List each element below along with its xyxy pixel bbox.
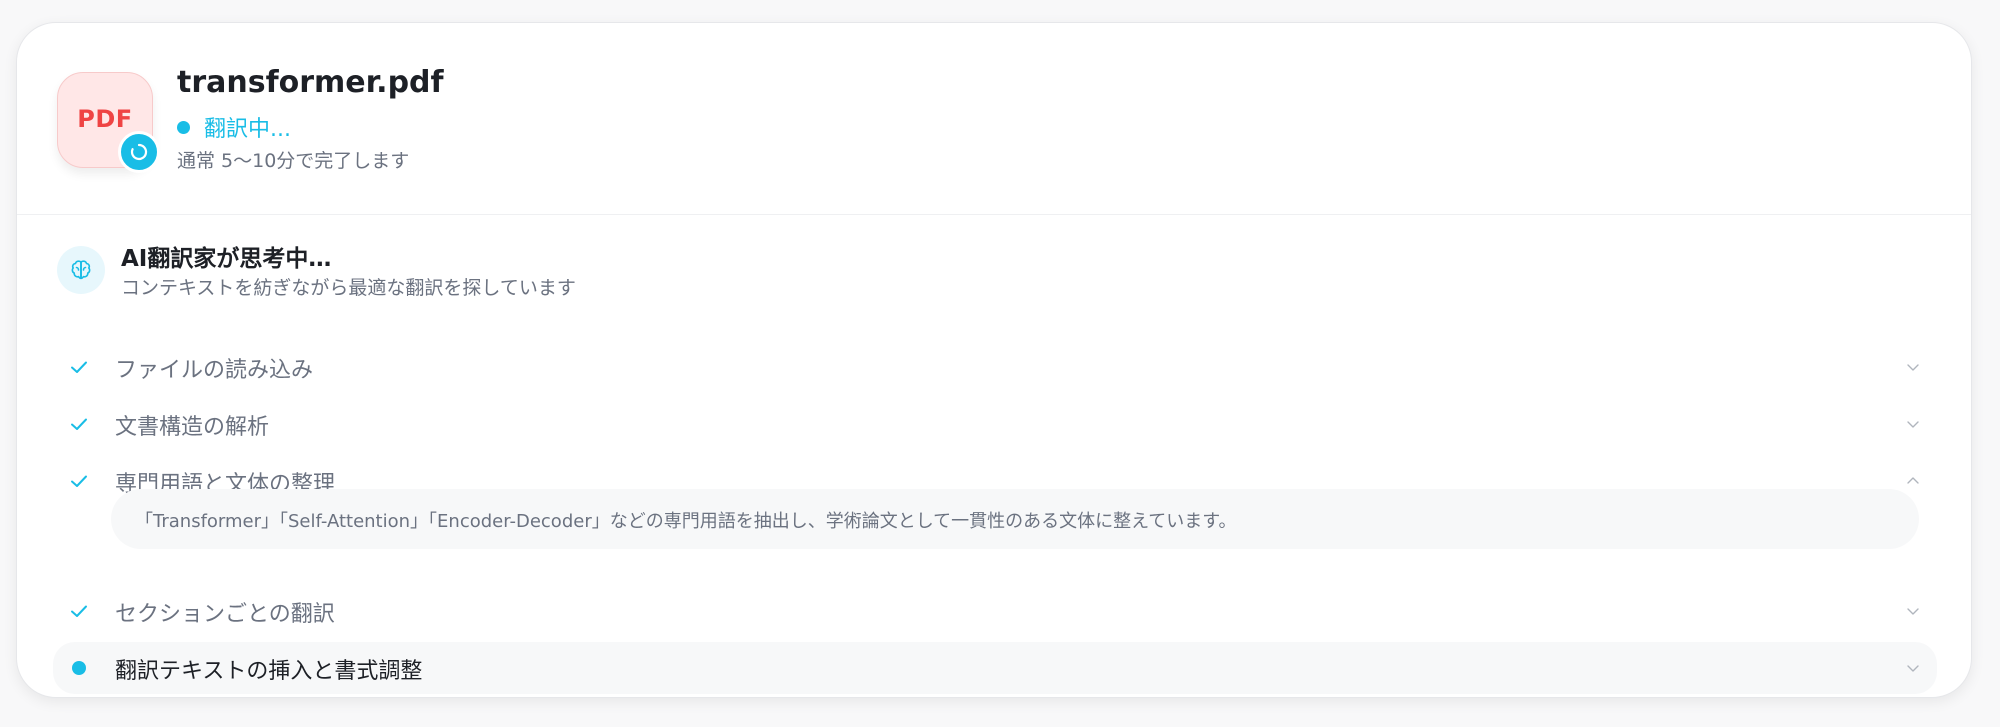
step-text-insertion[interactable]: 翻訳テキストの挿入と書式調整 xyxy=(53,642,1937,694)
progress-dot-icon xyxy=(67,656,91,680)
thinking-title: AI翻訳家が思考中… xyxy=(121,246,332,272)
loading-spinner-icon xyxy=(118,131,160,173)
step-label: ファイルの読み込み xyxy=(115,358,314,383)
step-detail-text: 「Transformer」「Self-Attention」「Encoder-De… xyxy=(135,511,1237,532)
step-section-translation[interactable]: セクションごとの翻訳 xyxy=(53,585,1937,637)
file-header: PDF transformer.pdf 翻訳中... 通常 5〜10分で完了しま… xyxy=(17,23,1971,215)
chevron-down-icon[interactable] xyxy=(1903,601,1923,621)
chevron-down-icon[interactable] xyxy=(1903,357,1923,377)
eta-text: 通常 5〜10分で完了します xyxy=(177,150,410,172)
step-file-loading[interactable]: ファイルの読み込み xyxy=(53,341,1937,393)
pdf-thumb-label: PDF xyxy=(77,105,133,133)
translation-progress-card: PDF transformer.pdf 翻訳中... 通常 5〜10分で完了しま… xyxy=(16,22,1972,698)
status-dot-icon xyxy=(177,120,190,134)
brain-icon xyxy=(57,246,105,294)
step-structure-analysis[interactable]: 文書構造の解析 xyxy=(53,398,1937,450)
step-detail: 「Transformer」「Self-Attention」「Encoder-De… xyxy=(111,489,1919,549)
thinking-subtitle: コンテキストを紡ぎながら最適な翻訳を探しています xyxy=(121,277,576,299)
chevron-down-icon[interactable] xyxy=(1903,658,1923,678)
status-text: 翻訳中... xyxy=(204,117,291,142)
file-name: transformer.pdf xyxy=(177,65,444,100)
check-icon xyxy=(67,412,91,436)
check-icon xyxy=(67,355,91,379)
chevron-up-icon[interactable] xyxy=(1903,471,1923,491)
check-icon xyxy=(67,599,91,623)
step-label: 文書構造の解析 xyxy=(115,415,270,440)
check-icon xyxy=(67,469,91,493)
chevron-down-icon[interactable] xyxy=(1903,414,1923,434)
step-label: 翻訳テキストの挿入と書式調整 xyxy=(115,659,423,684)
translation-status: 翻訳中... xyxy=(177,111,291,143)
step-label: セクションごとの翻訳 xyxy=(115,602,335,627)
